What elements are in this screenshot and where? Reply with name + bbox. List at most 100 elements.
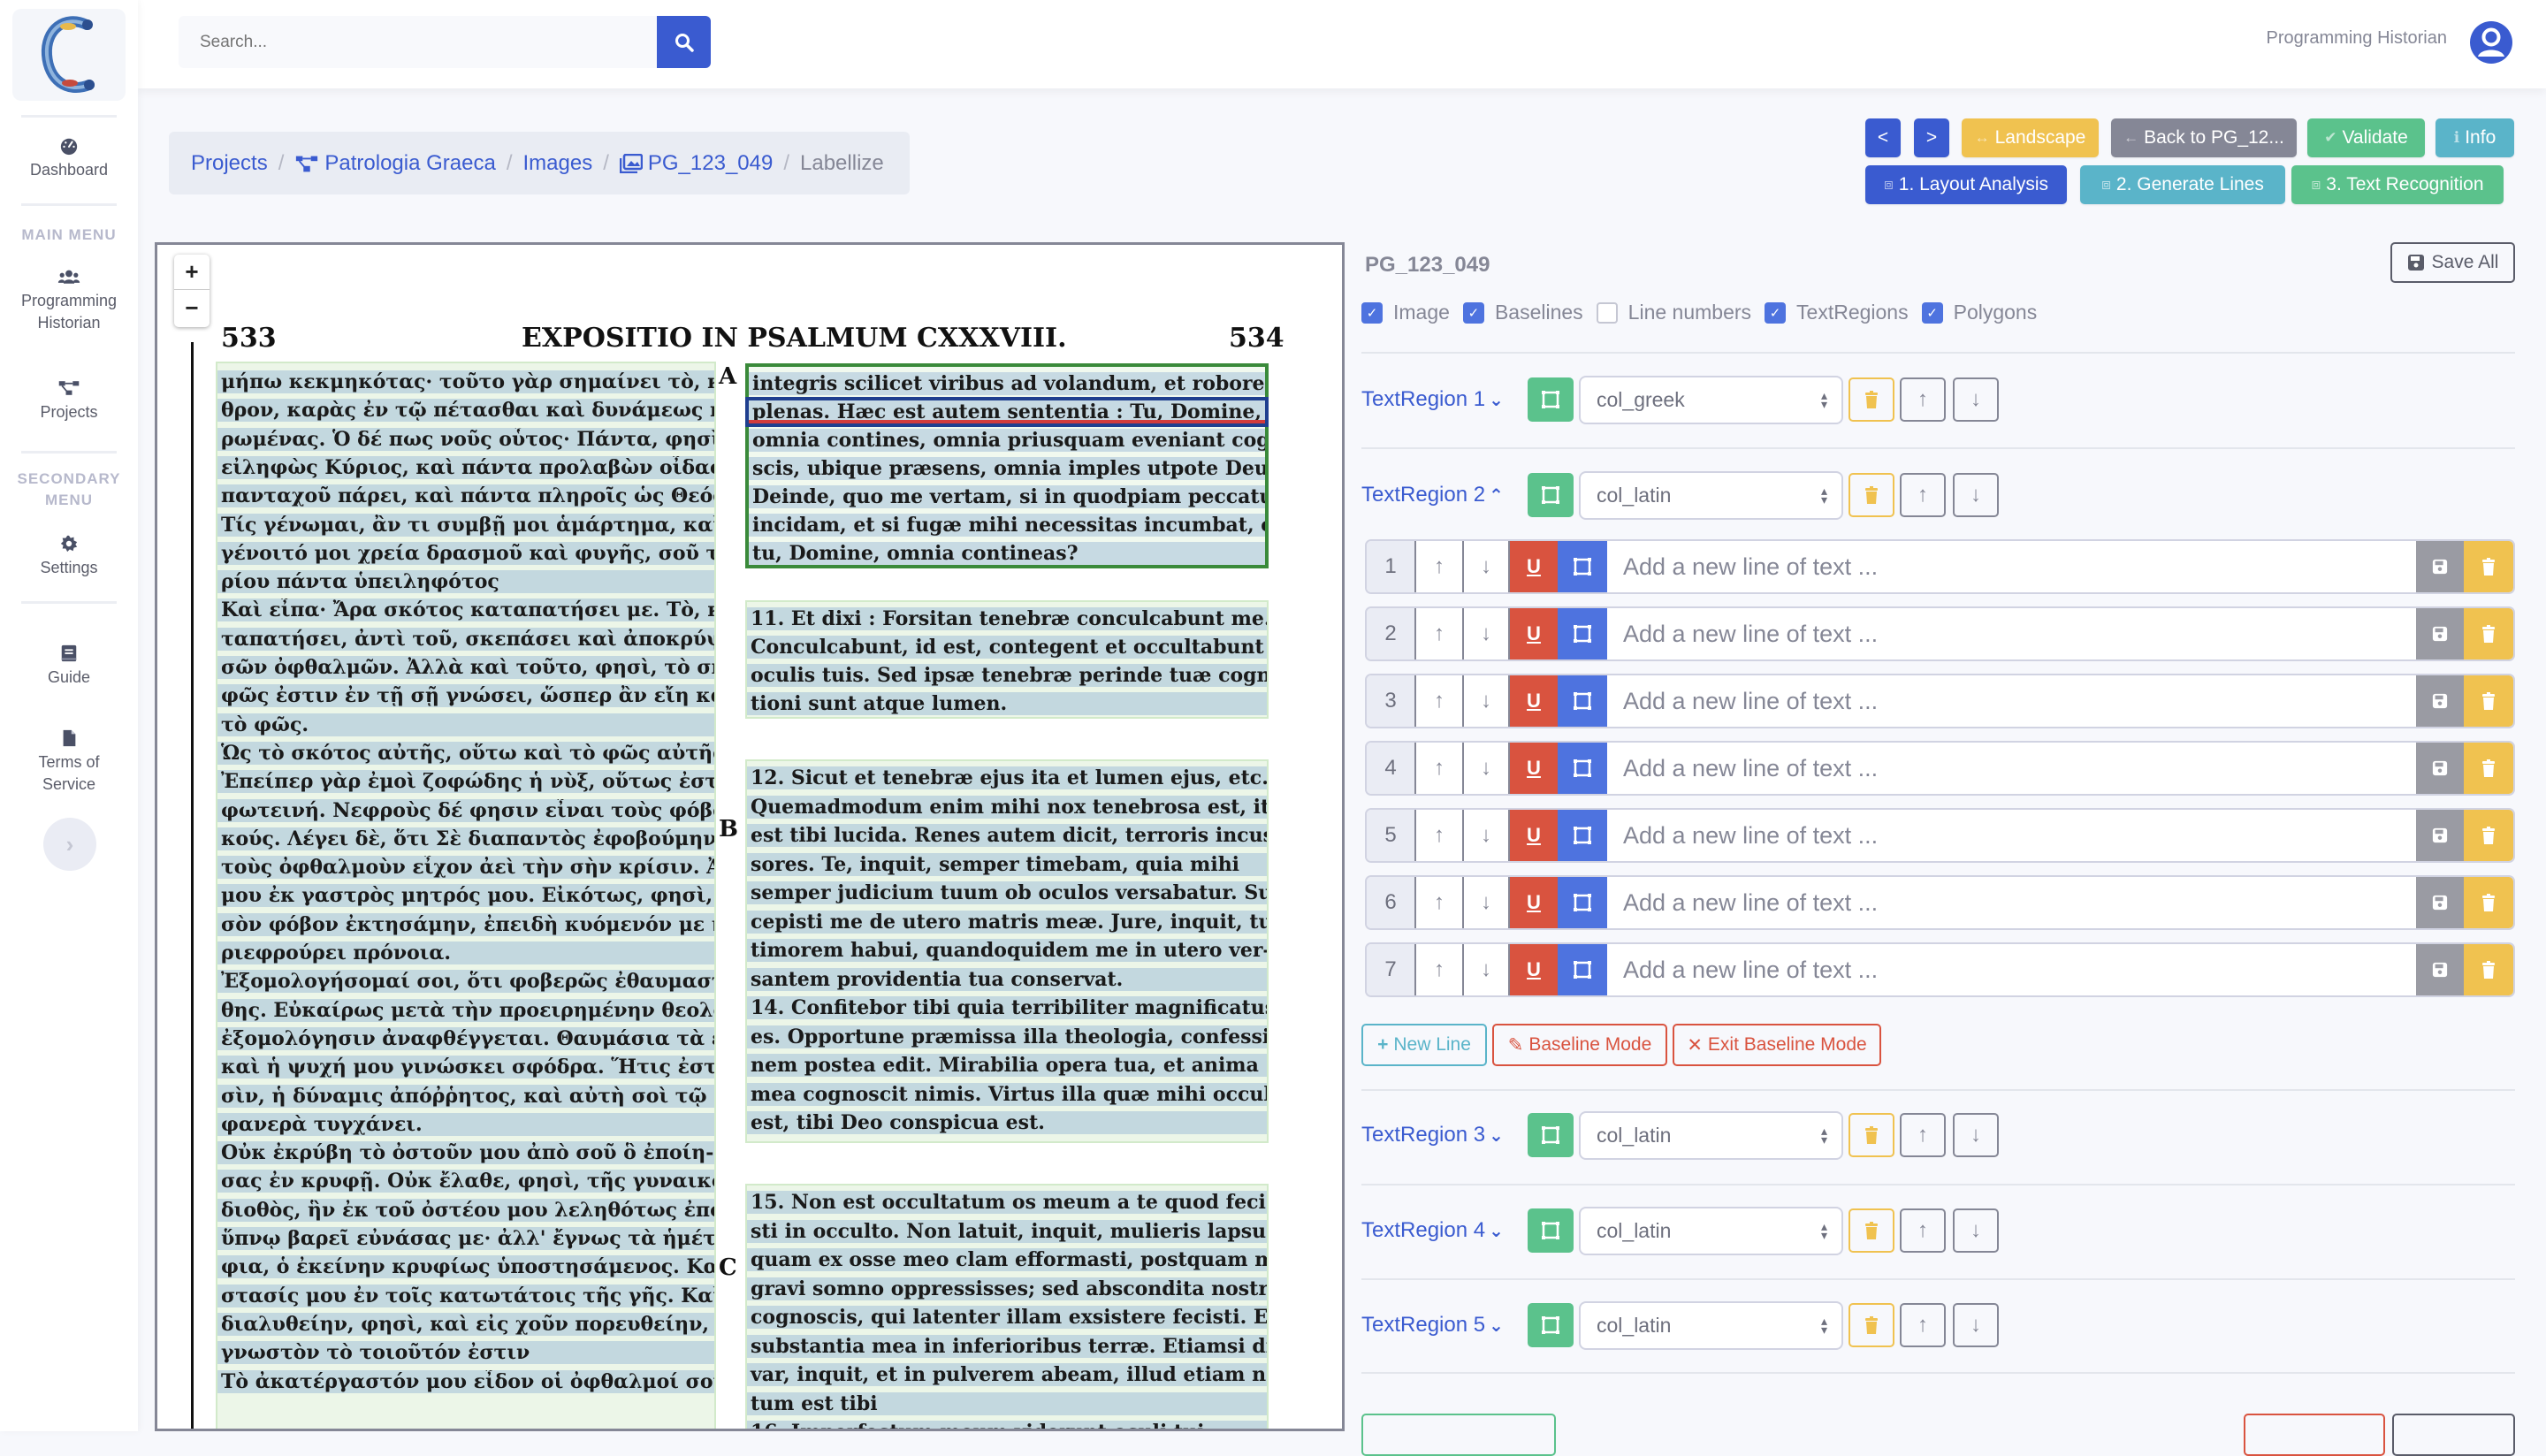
line-text-input[interactable] [1607, 541, 2416, 592]
new-line-button[interactable]: + New Line [1361, 1024, 1487, 1066]
text-region-greek[interactable]: μήπω κεκμηκότας· τοῦτο γὰρ σημαίνει τὸ, … [216, 362, 716, 1429]
move-line-down-button[interactable]: ↓ [1462, 541, 1510, 592]
edit-baseline-button[interactable]: U [1510, 675, 1558, 727]
move-region-up-button[interactable]: ↑ [1900, 1303, 1946, 1347]
baselines-checkbox[interactable]: ✓ [1462, 301, 1484, 324]
move-line-up-button[interactable]: ↑ [1414, 877, 1462, 928]
breadcrumb-project[interactable]: Patrologia Graeca [294, 151, 496, 176]
delete-line-button[interactable] [2464, 743, 2513, 794]
text-line-polygon[interactable]: φια, ὁ ἐκείνην κρυφίως ὑποστησάμενος. Κα… [217, 1255, 714, 1279]
breadcrumb-image[interactable]: PG_123_049 [619, 151, 773, 176]
breadcrumb-projects[interactable]: Projects [191, 151, 268, 176]
text-line-polygon[interactable]: cepisti me de utero matris meæ. Jure, in… [747, 910, 1267, 934]
text-line-polygon[interactable]: διαλυθείην, φησὶ, καὶ εἰς χοῦν πορευθείη… [217, 1312, 714, 1336]
move-region-up-button[interactable]: ↑ [1900, 473, 1946, 517]
save-line-button[interactable] [2416, 675, 2464, 727]
text-recognition-button[interactable]: ⧈ 3. Text Recognition [2291, 165, 2504, 204]
save-line-button[interactable] [2416, 541, 2464, 592]
save-line-button[interactable] [2416, 810, 2464, 861]
delete-region-button[interactable] [1849, 473, 1894, 517]
save-line-button[interactable] [2416, 877, 2464, 928]
text-line-polygon[interactable]: 14. Confitebor tibi quia terribiliter ma… [747, 996, 1267, 1019]
text-line-polygon[interactable]: πανταχοῦ πάρει, καὶ πάντα πληροῖς ὡς Θεό… [217, 484, 714, 508]
text-region-latin[interactable]: 12. Sicut et tenebræ ejus ita et lumen e… [745, 759, 1269, 1143]
delete-line-button[interactable] [2464, 944, 2513, 995]
save-line-button[interactable] [2416, 743, 2464, 794]
text-line-polygon[interactable]: σὸν φόβον ἐκτησάμην, ἐπειδὴ κυόμενόν με … [217, 912, 714, 936]
text-line-polygon[interactable]: σας ἐν κρυφῇ. Οὐκ ἔλαθε, φησὶ, τῆς γυναι… [217, 1170, 714, 1193]
sidebar-item-projects[interactable]: Projects [0, 378, 138, 423]
move-line-down-button[interactable]: ↓ [1462, 743, 1510, 794]
text-line-polygon[interactable]: κούς. Λέγει δὲ, ὅτι Σὲ διαπαντὸς ἐφοβούμ… [217, 827, 714, 850]
text-line-polygon[interactable]: Τὸ ἀκατέργαστόν μου εἶδον οἱ ὀφθαλμοί σο… [217, 1369, 714, 1393]
zoom-out-button[interactable]: − [174, 290, 210, 325]
edit-baseline-button[interactable]: U [1510, 810, 1558, 861]
layout-analysis-button[interactable]: ⧈ 1. Layout Analysis [1865, 165, 2067, 204]
move-line-up-button[interactable]: ↑ [1414, 944, 1462, 995]
text-line-polygon[interactable]: Quemadmodum enim mihi nox tenebrosa est,… [747, 795, 1267, 819]
text-line-polygon[interactable]: ταπατήσει, ἀντὶ τοῦ, σκεπάσει καὶ ἀποκρύ… [217, 627, 714, 651]
text-line-polygon[interactable]: γνωστὸν τὸ τοιοῦτόν ἐστιν [217, 1341, 714, 1365]
info-button[interactable]: ℹ Info [2435, 118, 2514, 157]
text-line-polygon[interactable]: Ἐξομολογήσομαί σοι, ὅτι φοβερῶς ἐθαυμαστ… [217, 970, 714, 994]
delete-line-button[interactable] [2464, 810, 2513, 861]
delete-region-button[interactable] [1849, 1208, 1894, 1253]
region-type-select[interactable]: col_greek ▴ ▾ [1579, 375, 1843, 424]
text-line-polygon[interactable]: φῶς ἐστιν ἐν τῇ σῇ γνώσει, ὥσπερ ἂν εἴη … [217, 684, 714, 708]
search-input[interactable] [179, 16, 657, 68]
region-type-select[interactable]: col_latin ▴ ▾ [1579, 1110, 1843, 1160]
breadcrumb-images[interactable]: Images [523, 151, 593, 176]
region-polygon-button[interactable] [1528, 377, 1574, 422]
text-line-polygon[interactable]: Ὡς τὸ σκότος αὐτῆς, οὕτω καὶ τὸ φῶς αὐτῆ… [217, 741, 714, 765]
region-polygon-button[interactable] [1528, 1303, 1574, 1347]
move-line-down-button[interactable]: ↓ [1462, 608, 1510, 659]
text-line-polygon[interactable]: Conculcabunt, id est, contegent et occul… [747, 636, 1267, 659]
region-type-select[interactable]: col_latin ▴ ▾ [1579, 1206, 1843, 1255]
save-all-button[interactable]: Save All [2390, 242, 2515, 283]
text-line-polygon[interactable]: timorem habui, quandoquidem me in utero … [747, 939, 1267, 962]
edit-baseline-button[interactable]: U [1510, 541, 1558, 592]
delete-line-button[interactable] [2464, 877, 2513, 928]
line-text-input[interactable] [1607, 877, 2416, 928]
text-line-polygon[interactable]: tum est tibi [747, 1391, 1267, 1415]
text-line-polygon[interactable]: 11. Et dixi : Forsitan tenebræ conculcab… [747, 607, 1267, 630]
text-line-polygon[interactable]: στασίς μου ἐν τοῖς κατωτάτοις τῆς γῆς. Κ… [217, 1284, 714, 1307]
sidebar-item-terms-of-service[interactable]: Terms of Service [0, 728, 138, 796]
text-line-polygon[interactable]: καὶ ἡ ψυχή μου γινώσκει σφόδρα. Ἥτις ἐστ… [217, 1056, 714, 1079]
prev-image-button[interactable]: < [1865, 118, 1901, 157]
edit-line-polygon-button[interactable] [1558, 810, 1607, 861]
edit-line-polygon-button[interactable] [1558, 944, 1607, 995]
move-region-up-button[interactable]: ↑ [1900, 1113, 1946, 1157]
image-checkbox[interactable]: ✓ [1361, 301, 1383, 324]
polygons-checkbox[interactable]: ✓ [1921, 301, 1943, 324]
landscape-button[interactable]: ↔ Landscape [1962, 118, 2099, 157]
text-line-polygon[interactable]: σὶν, ἡ δύναμις ἀπόῤῥητος, καὶ αὐτὴ σοὶ τ… [217, 1084, 714, 1108]
line-text-input[interactable] [1607, 810, 2416, 861]
move-line-up-button[interactable]: ↑ [1414, 541, 1462, 592]
move-line-up-button[interactable]: ↑ [1414, 675, 1462, 727]
text-line-polygon[interactable]: θρον, καρὰς ἐν τῷ πέτασθαι καὶ δυνάμεως … [217, 399, 714, 423]
generate-lines-button[interactable]: ⧈ 2. Generate Lines [2080, 165, 2285, 204]
text-line-polygon[interactable]: τὸ φῶς. [217, 713, 714, 736]
text-region-latin[interactable]: 11. Et dixi : Forsitan tenebræ conculcab… [745, 600, 1269, 719]
save-line-button[interactable] [2416, 944, 2464, 995]
text-line-polygon[interactable]: Οὐκ ἐκρύβη τὸ ὀστοῦν μου ἀπὸ σοῦ ὃ ἐποίη… [217, 1141, 714, 1165]
validate-button[interactable]: ✔ Validate [2307, 118, 2425, 157]
text-line-polygon[interactable]: μήπω κεκμηκότας· τοῦτο γὰρ σημαίνει τὸ, … [217, 370, 714, 393]
move-region-up-button[interactable]: ↑ [1900, 1208, 1946, 1253]
text-line-polygon[interactable]: μου ἐκ γαστρὸς μητρός μου. Εἰκότως, φησὶ… [217, 884, 714, 908]
edit-line-polygon-button[interactable] [1558, 743, 1607, 794]
edit-line-polygon-button[interactable] [1558, 877, 1607, 928]
region-type-select[interactable]: col_latin ▴ ▾ [1579, 470, 1843, 520]
text-line-polygon[interactable]: est, tibi Deo conspicua est. [747, 1111, 1267, 1134]
text-line-polygon[interactable]: tu, Domine, omnia contineas? [749, 542, 1265, 565]
move-region-down-button[interactable]: ↓ [1953, 377, 1999, 422]
line-text-input[interactable] [1607, 608, 2416, 659]
text-line-polygon[interactable]: φωτεινή. Νεφροὺς δέ φησιν εἶναι τοὺς φόβ… [217, 798, 714, 822]
sidebar-item-programming-historian[interactable]: Programming Historian [0, 267, 138, 334]
back-button[interactable]: ← Back to PG_12... [2111, 118, 2297, 157]
move-region-down-button[interactable]: ↓ [1953, 1113, 1999, 1157]
move-region-down-button[interactable]: ↓ [1953, 1303, 1999, 1347]
text-region-latin-selected[interactable]: integris scilicet viribus ad volandum, e… [745, 363, 1269, 568]
text-line-polygon[interactable]: τοὺς ὀφθαλμοὺν εἶχον ἀεὶ τὴν σὴν κρίσιν.… [217, 856, 714, 880]
